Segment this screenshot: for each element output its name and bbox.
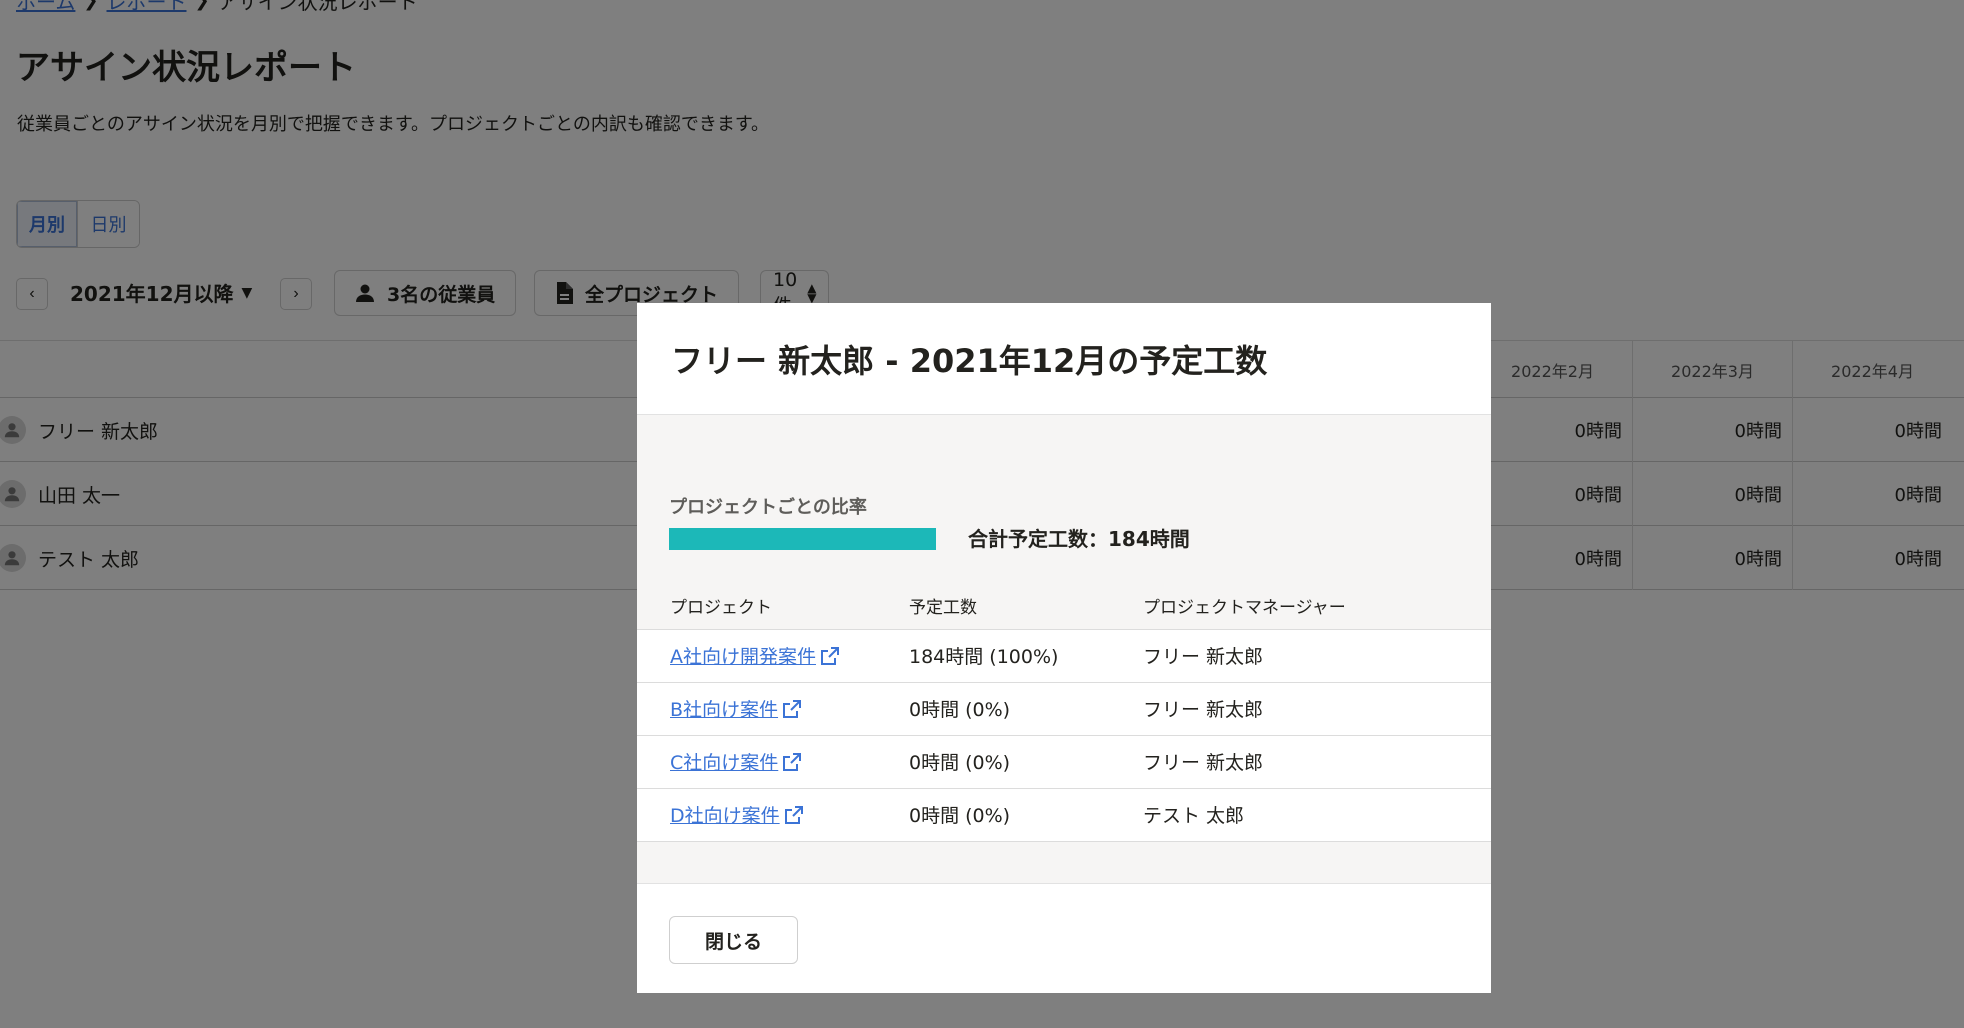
manager-cell: フリー 新太郎 bbox=[1143, 628, 1491, 682]
project-link[interactable]: D社向け案件 bbox=[670, 801, 804, 828]
external-link-icon bbox=[783, 752, 802, 771]
table-row: D社向け案件 0時間 (0%) テスト 太郎 bbox=[637, 787, 1491, 842]
project-cell: B社向け案件 bbox=[637, 681, 909, 735]
manager-cell: フリー 新太郎 bbox=[1143, 734, 1491, 788]
project-cell: A社向け開発案件 bbox=[637, 628, 909, 682]
table-header-row: プロジェクト 予定工数 プロジェクトマネージャー bbox=[637, 583, 1491, 629]
modal-footer: 閉じる bbox=[637, 883, 1491, 993]
hours-cell: 0時間 (0%) bbox=[909, 681, 1143, 735]
manager-cell: テスト 太郎 bbox=[1143, 787, 1491, 842]
manager-cell: フリー 新太郎 bbox=[1143, 681, 1491, 735]
project-name: A社向け開発案件 bbox=[670, 646, 816, 668]
external-link-icon bbox=[784, 805, 803, 824]
project-name: B社向け案件 bbox=[670, 699, 779, 721]
external-link-icon bbox=[821, 646, 839, 665]
table-row: A社向け開発案件 184時間 (100%) フリー 新太郎 bbox=[637, 628, 1491, 682]
modal-title: フリー 新太郎 - 2021年12月の予定工数 bbox=[671, 341, 1268, 380]
project-link[interactable]: A社向け開発案件 bbox=[670, 642, 840, 669]
project-name: C社向け案件 bbox=[670, 752, 779, 774]
hours-cell: 0時間 (0%) bbox=[909, 734, 1143, 788]
external-link-icon bbox=[783, 699, 802, 718]
close-button[interactable]: 閉じる bbox=[669, 916, 798, 964]
modal-header: フリー 新太郎 - 2021年12月の予定工数 bbox=[637, 303, 1491, 415]
report-page: ホーム ❯ レポート ❯ アサイン状況レポート アサイン状況レポート 従業員ごと… bbox=[0, 0, 1964, 1028]
project-name: D社向け案件 bbox=[670, 805, 780, 827]
project-hours-modal: フリー 新太郎 - 2021年12月の予定工数 プロジェクトごとの比率 合計予定… bbox=[637, 303, 1491, 993]
hours-cell: 184時間 (100%) bbox=[909, 628, 1143, 682]
table-row: C社向け案件 0時間 (0%) フリー 新太郎 bbox=[637, 734, 1491, 788]
project-cell: D社向け案件 bbox=[637, 787, 909, 842]
column-header-project: プロジェクト bbox=[670, 598, 772, 619]
project-link[interactable]: B社向け案件 bbox=[670, 695, 802, 722]
ratio-bar-fill bbox=[669, 528, 936, 550]
column-header-manager: プロジェクトマネージャー bbox=[1143, 598, 1346, 619]
ratio-label: プロジェクトごとの比率 bbox=[669, 497, 867, 518]
table-row: B社向け案件 0時間 (0%) フリー 新太郎 bbox=[637, 681, 1491, 735]
total-hours: 合計予定工数：184時間 bbox=[968, 527, 1190, 551]
ratio-bar bbox=[669, 528, 936, 550]
project-cell: C社向け案件 bbox=[637, 734, 909, 788]
modal-body: プロジェクトごとの比率 合計予定工数：184時間 プロジェクト 予定工数 プロジ… bbox=[637, 415, 1491, 883]
project-table: プロジェクト 予定工数 プロジェクトマネージャー A社向け開発案件 184時間 … bbox=[637, 583, 1491, 842]
column-header-hours: 予定工数 bbox=[909, 598, 977, 619]
hours-cell: 0時間 (0%) bbox=[909, 787, 1143, 842]
project-link[interactable]: C社向け案件 bbox=[670, 748, 802, 775]
